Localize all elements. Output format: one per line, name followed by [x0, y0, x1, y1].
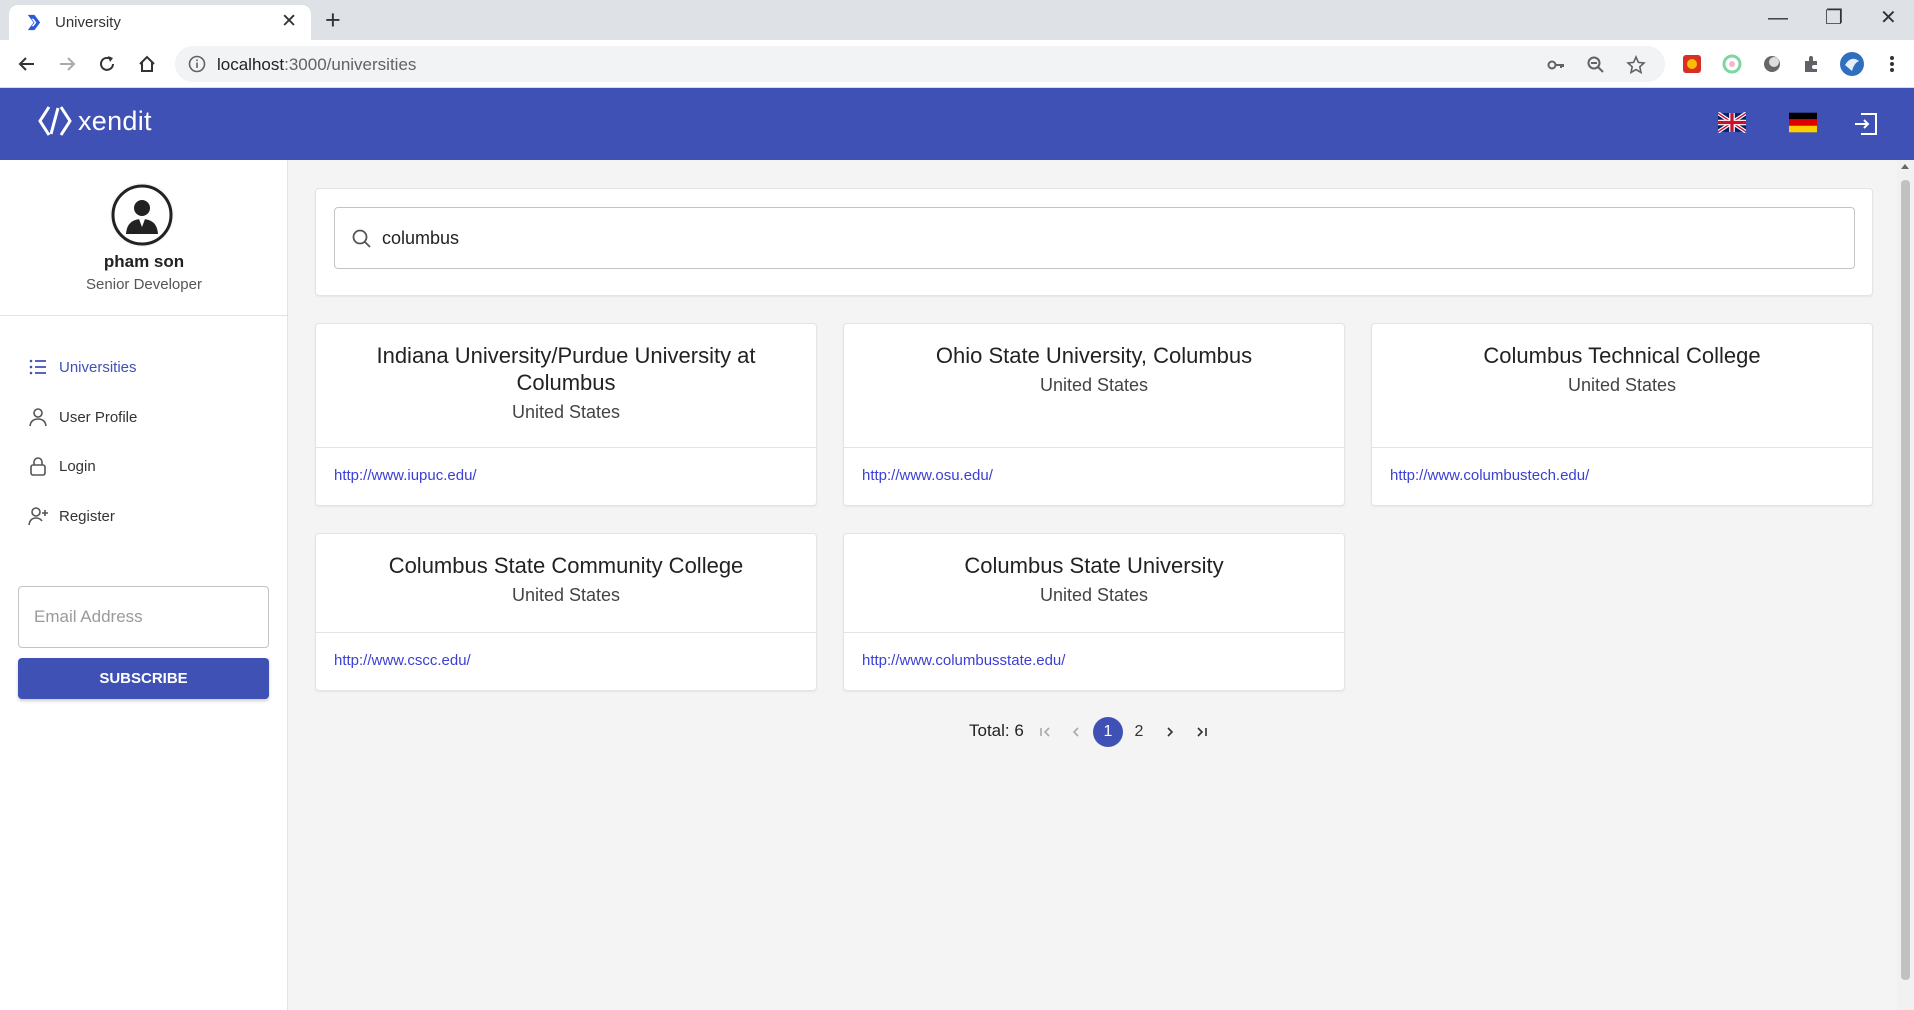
sidebar-item-register[interactable]: Register	[27, 500, 267, 532]
page-button-current[interactable]: 1	[1093, 717, 1123, 747]
tab-title: University	[55, 14, 121, 31]
university-name: Columbus State Community College	[388, 553, 744, 578]
extension-circle-icon[interactable]	[1758, 50, 1786, 78]
profile-avatar-icon[interactable]	[1838, 50, 1866, 78]
reload-icon[interactable]	[93, 50, 121, 78]
url-text: localhost:3000/universities	[217, 55, 417, 74]
extension-ring-icon[interactable]	[1718, 50, 1746, 78]
previous-page-icon[interactable]	[1061, 717, 1091, 747]
user-role: Senior Developer	[86, 276, 202, 293]
brand-logo[interactable]: xendit	[38, 104, 152, 138]
german-flag-icon[interactable]	[1789, 112, 1817, 138]
card-footer: http://www.columbusstate.edu/	[844, 632, 1344, 690]
sidebar-item-label: Universities	[59, 358, 137, 376]
university-card: Columbus Technical College United States…	[1371, 323, 1873, 506]
app-header: xendit	[0, 88, 1914, 160]
list-icon	[29, 359, 46, 375]
sidebar-item-login[interactable]: Login	[27, 450, 267, 482]
sidebar-item-user-profile[interactable]: User Profile	[27, 401, 267, 433]
user-name: pham son	[103, 252, 185, 271]
university-link[interactable]: http://www.columbustech.edu/	[1390, 467, 1589, 484]
browser-menu-icon[interactable]	[1878, 50, 1906, 78]
key-icon[interactable]	[1545, 54, 1567, 76]
university-card: Indiana University/Purdue University at …	[315, 323, 817, 506]
total-count: Total: 6	[969, 721, 1024, 740]
new-tab-icon[interactable]: +	[325, 6, 341, 34]
brand-name: xendit	[78, 105, 152, 136]
university-country: United States	[1567, 375, 1677, 395]
extensions-puzzle-icon[interactable]	[1798, 50, 1826, 78]
restore-icon[interactable]: ❐	[1825, 5, 1843, 31]
university-link[interactable]: http://www.osu.edu/	[862, 467, 993, 484]
sidebar: pham son Senior Developer Universities U…	[0, 160, 288, 1010]
browser-tab-strip: University ✕ + — ❐ ✕	[0, 0, 1914, 40]
university-country: United States	[511, 402, 621, 422]
bookmark-star-icon[interactable]	[1625, 54, 1647, 76]
last-page-icon[interactable]	[1187, 717, 1217, 747]
user-icon	[29, 408, 47, 427]
user-avatar-icon	[110, 183, 174, 247]
card-footer: http://www.columbustech.edu/	[1372, 447, 1872, 505]
sidebar-item-label: User Profile	[59, 408, 138, 426]
university-name: Columbus State University	[964, 553, 1224, 578]
page-button[interactable]: 2	[1124, 717, 1154, 747]
university-link[interactable]: http://www.cscc.edu/	[334, 652, 471, 669]
zoom-icon[interactable]	[1585, 54, 1607, 76]
scroll-up-icon[interactable]	[1901, 164, 1909, 169]
sidebar-item-label: Login	[59, 457, 96, 475]
search-icon	[352, 229, 371, 248]
scrollbar-thumb[interactable]	[1901, 180, 1910, 980]
site-info-icon[interactable]	[188, 55, 206, 73]
back-icon[interactable]	[13, 50, 41, 78]
sidebar-divider	[0, 315, 288, 316]
university-link[interactable]: http://www.iupuc.edu/	[334, 467, 477, 484]
first-page-icon[interactable]	[1030, 717, 1060, 747]
page-scrollbar[interactable]	[1897, 160, 1914, 1010]
extension-red-icon[interactable]	[1678, 50, 1706, 78]
card-footer: http://www.iupuc.edu/	[316, 447, 816, 505]
university-country: United States	[1039, 375, 1149, 395]
browser-tab[interactable]: University ✕	[9, 5, 311, 40]
university-country: United States	[511, 585, 621, 605]
university-card: Columbus State University United States …	[843, 533, 1345, 691]
university-card: Columbus State Community College United …	[315, 533, 817, 691]
logout-icon[interactable]	[1853, 112, 1879, 141]
address-bar[interactable]: localhost:3000/universities	[175, 46, 1665, 82]
subscribe-button[interactable]: SUBSCRIBE	[18, 658, 269, 699]
forward-icon[interactable]	[53, 50, 81, 78]
next-page-icon[interactable]	[1155, 717, 1185, 747]
card-footer: http://www.cscc.edu/	[316, 632, 816, 690]
home-icon[interactable]	[133, 50, 161, 78]
user-add-icon	[28, 507, 48, 526]
university-name: Ohio State University, Columbus	[935, 343, 1253, 368]
close-tab-icon[interactable]: ✕	[281, 12, 297, 32]
university-name: Indiana University/Purdue University at …	[376, 343, 756, 395]
university-country: United States	[1039, 585, 1149, 605]
sidebar-item-universities[interactable]: Universities	[27, 351, 267, 383]
sidebar-item-label: Register	[59, 507, 115, 525]
site-favicon-icon	[27, 14, 41, 31]
english-flag-icon[interactable]	[1716, 111, 1748, 138]
search-box[interactable]	[334, 207, 1855, 269]
lock-icon	[30, 457, 46, 476]
window-close-icon[interactable]: ✕	[1880, 5, 1897, 31]
email-field[interactable]	[18, 586, 269, 648]
card-footer: http://www.osu.edu/	[844, 447, 1344, 505]
search-card	[315, 188, 1873, 296]
university-link[interactable]: http://www.columbusstate.edu/	[862, 652, 1065, 669]
university-name: Columbus Technical College	[1483, 343, 1761, 368]
avatar	[109, 182, 175, 248]
xendit-logo-icon	[38, 106, 72, 136]
minimize-icon[interactable]: —	[1768, 5, 1788, 31]
university-card: Ohio State University, Columbus United S…	[843, 323, 1345, 506]
search-input[interactable]	[382, 220, 1832, 256]
browser-toolbar: localhost:3000/universities	[0, 40, 1914, 88]
